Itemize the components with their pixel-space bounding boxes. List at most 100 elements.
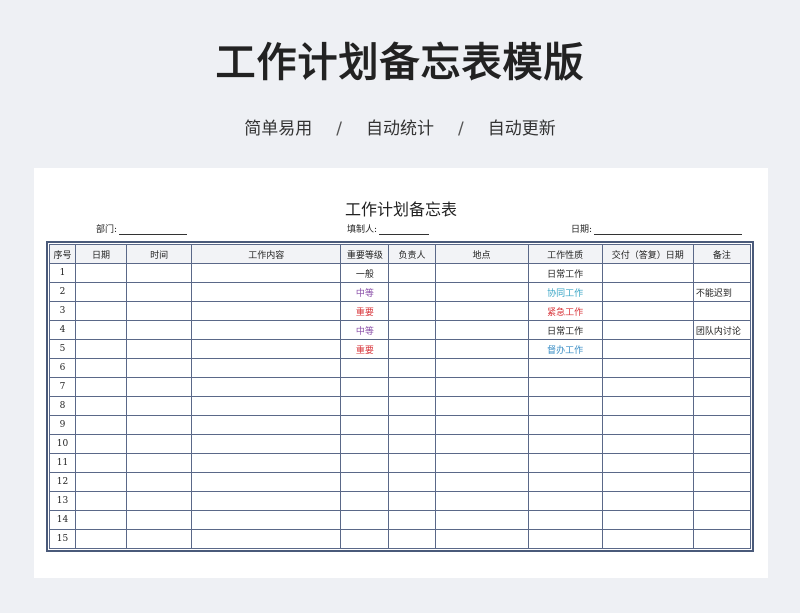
date-cell	[75, 491, 128, 511]
importance-cell	[340, 415, 390, 435]
date-cell	[75, 377, 128, 397]
table-row: 12	[48, 472, 752, 492]
delivery-date-cell	[601, 510, 694, 530]
row-number-cell: 12	[48, 472, 77, 492]
content-cell	[191, 510, 342, 530]
content-cell	[191, 377, 342, 397]
date-cell	[75, 472, 128, 492]
note-cell	[692, 491, 752, 511]
department-line	[119, 224, 188, 235]
feature-separator: /	[336, 119, 342, 139]
location-cell	[434, 282, 529, 302]
memo-table-frame: 序号 日期 时间 工作内容 重要等级 负责人 地点 工作性质 交付（答复）日期 …	[46, 241, 754, 552]
date-cell	[75, 434, 128, 454]
time-cell	[126, 282, 193, 302]
time-cell	[126, 358, 193, 378]
content-cell	[191, 434, 342, 454]
owner-cell	[388, 339, 436, 359]
column-header: 交付（答复）日期	[601, 244, 694, 264]
importance-cell: 重要	[340, 301, 390, 321]
feature-separator: /	[458, 119, 464, 139]
nature-cell	[527, 396, 603, 416]
date-cell	[75, 358, 128, 378]
date-label: 日期:	[571, 225, 593, 235]
document-preview: 工作计划备忘表 部门: 填制人: 日期: 序号 日期 时间 工作内容 重要等级 …	[34, 168, 768, 578]
document-title: 工作计划备忘表	[344, 200, 457, 219]
nature-cell	[527, 377, 603, 397]
delivery-date-cell	[601, 396, 694, 416]
date-cell	[75, 282, 128, 302]
row-number-cell: 5	[48, 339, 77, 359]
column-header: 备注	[692, 244, 752, 264]
delivery-date-cell	[601, 339, 694, 359]
row-number-cell: 7	[48, 377, 77, 397]
row-number-cell: 15	[48, 529, 77, 549]
time-cell	[126, 301, 193, 321]
delivery-date-cell	[601, 415, 694, 435]
time-cell	[126, 377, 193, 397]
content-cell	[191, 415, 342, 435]
page-title: 工作计划备忘表模版	[215, 40, 585, 86]
table-row: 4 中等 日常工作 团队内讨论	[48, 320, 752, 340]
column-header: 日期	[75, 244, 128, 264]
row-number-cell: 1	[48, 263, 77, 283]
importance-cell	[340, 434, 390, 454]
note-cell	[692, 301, 752, 321]
time-cell	[126, 396, 193, 416]
row-number-cell: 13	[48, 491, 77, 511]
owner-cell	[388, 301, 436, 321]
time-cell	[126, 529, 193, 549]
delivery-date-cell	[601, 453, 694, 473]
nature-cell: 日常工作	[527, 320, 603, 340]
location-cell	[434, 396, 529, 416]
table-row: 6	[48, 358, 752, 378]
content-cell	[191, 282, 342, 302]
date-cell	[75, 396, 128, 416]
delivery-date-cell	[601, 491, 694, 511]
importance-cell: 重要	[340, 339, 390, 359]
note-cell	[692, 529, 752, 549]
row-number-cell: 10	[48, 434, 77, 454]
importance-cell	[340, 491, 390, 511]
nature-cell	[527, 415, 603, 435]
note-cell	[692, 377, 752, 397]
delivery-date-cell	[601, 320, 694, 340]
department-field: 部门:	[96, 222, 188, 235]
owner-cell	[388, 434, 436, 454]
importance-cell: 一般	[340, 263, 390, 283]
row-number-cell: 6	[48, 358, 77, 378]
content-cell	[191, 491, 342, 511]
location-cell	[434, 434, 529, 454]
time-cell	[126, 453, 193, 473]
date-cell	[75, 301, 128, 321]
location-cell	[434, 339, 529, 359]
location-cell	[434, 415, 529, 435]
table-row: 8	[48, 396, 752, 416]
note-cell	[692, 415, 752, 435]
table-row: 5 重要 督办工作	[48, 339, 752, 359]
delivery-date-cell	[601, 377, 694, 397]
content-cell	[191, 472, 342, 492]
date-cell	[75, 415, 128, 435]
note-cell	[692, 339, 752, 359]
table-row: 1 一般 日常工作	[48, 263, 752, 283]
date-cell	[75, 320, 128, 340]
feature-item: 自动统计	[366, 119, 434, 139]
note-cell	[692, 358, 752, 378]
location-cell	[434, 301, 529, 321]
importance-cell	[340, 472, 390, 492]
location-cell	[434, 472, 529, 492]
date-cell	[75, 529, 128, 549]
owner-cell	[388, 396, 436, 416]
date-cell	[75, 453, 128, 473]
content-cell	[191, 529, 342, 549]
owner-cell	[388, 510, 436, 530]
note-cell	[692, 434, 752, 454]
table-row: 2 中等 协同工作 不能迟到	[48, 282, 752, 302]
row-number-cell: 11	[48, 453, 77, 473]
content-cell	[191, 320, 342, 340]
importance-cell	[340, 377, 390, 397]
owner-cell	[388, 472, 436, 492]
location-cell	[434, 510, 529, 530]
content-cell	[191, 339, 342, 359]
